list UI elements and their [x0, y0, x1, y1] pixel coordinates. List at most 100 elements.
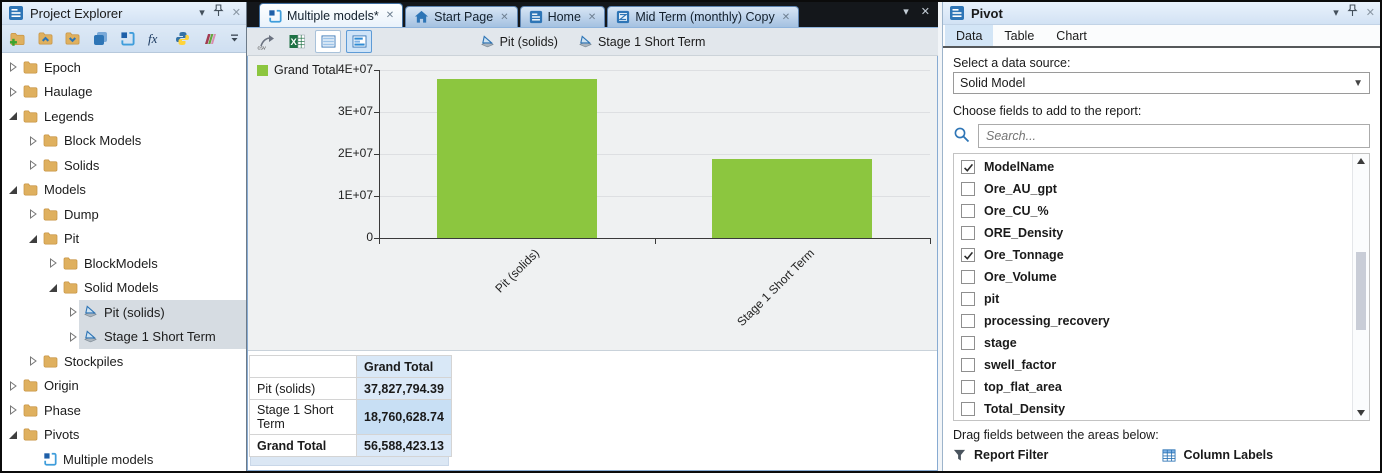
scroll-down-icon[interactable] [1353, 410, 1369, 416]
twisty-expanded-icon[interactable] [6, 185, 19, 195]
field-ore-tonnage[interactable]: Ore_Tonnage [954, 244, 1352, 266]
area-column-labels[interactable]: Column Labels [1162, 448, 1371, 462]
tree-item-multiple-models[interactable]: Multiple models [2, 447, 246, 471]
field-ore-au-gpt[interactable]: Ore_AU_gpt [954, 178, 1352, 200]
checkbox-icon[interactable] [961, 314, 975, 328]
excel-icon[interactable]: X [284, 30, 310, 53]
twisty-collapsed-icon[interactable] [26, 160, 39, 171]
new-folder-icon[interactable] [6, 28, 30, 50]
field-processing-recovery[interactable]: processing_recovery [954, 310, 1352, 332]
tree-item-models[interactable]: Models [2, 178, 246, 203]
checkbox-icon[interactable] [961, 336, 975, 350]
tree-item-origin[interactable]: Origin [2, 374, 246, 399]
chevron-down-icon[interactable]: ▾ [1333, 7, 1339, 19]
twisty-collapsed-icon[interactable] [66, 331, 79, 342]
tab-close-icon[interactable]: ✕ [588, 12, 596, 23]
pin-icon[interactable] [1347, 4, 1358, 22]
tree-item-stockpiles[interactable]: Stockpiles [2, 349, 246, 374]
tab-home[interactable]: Home ✕ [519, 6, 606, 27]
model-chip-stage-1-short-term[interactable]: Stage 1 Short Term [578, 35, 705, 49]
field-top-flat-area[interactable]: top_flat_area [954, 376, 1352, 398]
checkbox-icon[interactable] [961, 402, 975, 416]
tree-item-pit[interactable]: Pit [2, 227, 246, 252]
close-icon[interactable]: ✕ [1366, 7, 1375, 19]
row-value-cell[interactable]: 18,760,628.74 [356, 399, 452, 435]
twisty-expanded-icon[interactable] [46, 283, 59, 293]
row-value-cell[interactable]: 56,588,423.13 [356, 434, 452, 457]
copy-layers-icon[interactable] [89, 28, 113, 50]
pivot-tab-table[interactable]: Table [993, 25, 1045, 46]
color-legend-icon[interactable] [199, 28, 223, 50]
tree-item-solid-models[interactable]: Solid Models [2, 276, 246, 301]
twisty-collapsed-icon[interactable] [26, 135, 39, 146]
area-report-filter[interactable]: Report Filter [953, 448, 1162, 462]
twisty-expanded-icon[interactable] [26, 234, 39, 244]
tab-close-icon[interactable]: ✕ [386, 10, 394, 21]
tree-item-stage-1-short-term[interactable]: Stage 1 Short Term [2, 324, 246, 349]
tree-item-haulage[interactable]: Haulage [2, 80, 246, 105]
tree-item-solids[interactable]: Solids [2, 153, 246, 178]
twisty-collapsed-icon[interactable] [26, 209, 39, 220]
row-label-cell[interactable]: Pit (solids) [249, 377, 357, 400]
checkbox-icon[interactable] [961, 204, 975, 218]
field-list-scrollbar[interactable] [1352, 154, 1369, 420]
checkbox-icon[interactable] [961, 226, 975, 240]
search-input[interactable] [978, 124, 1370, 148]
tab-close-icon[interactable]: ✕ [782, 12, 790, 23]
twisty-collapsed-icon[interactable] [6, 62, 19, 73]
twisty-expanded-icon[interactable] [6, 430, 19, 440]
checkbox-checked-icon[interactable] [961, 160, 975, 174]
csv-export-icon[interactable]: csv [253, 30, 279, 53]
tab-close-icon[interactable]: ✕ [500, 12, 508, 23]
checkbox-checked-icon[interactable] [961, 248, 975, 262]
tree-item-epoch[interactable]: Epoch [2, 55, 246, 80]
table-view-icon[interactable] [315, 30, 341, 53]
twisty-collapsed-icon[interactable] [6, 405, 19, 416]
field-ore-density[interactable]: ORE_Density [954, 222, 1352, 244]
tree-item-pivots[interactable]: Pivots [2, 423, 246, 448]
field-swell-factor[interactable]: swell_factor [954, 354, 1352, 376]
pivot-tab-chart[interactable]: Chart [1045, 25, 1098, 46]
scrollbar-thumb[interactable] [1356, 252, 1366, 330]
tree-item-block-models[interactable]: Block Models [2, 129, 246, 154]
toolbar-overflow-icon[interactable] [226, 28, 242, 50]
bar-pit-solids[interactable] [437, 79, 597, 238]
field-stage[interactable]: stage [954, 332, 1352, 354]
twisty-collapsed-icon[interactable] [66, 307, 79, 318]
tab-mid-term-monthly-copy[interactable]: Mid Term (monthly) Copy ✕ [607, 6, 800, 27]
tab-list-chevron-icon[interactable]: ▾ [903, 7, 909, 18]
folder-expand-icon[interactable] [61, 28, 85, 50]
twisty-expanded-icon[interactable] [6, 111, 19, 121]
field-pit[interactable]: pit [954, 288, 1352, 310]
checkbox-icon[interactable] [961, 270, 975, 284]
pivot-grid-icon[interactable] [116, 28, 140, 50]
pivot-tab-data[interactable]: Data [945, 25, 994, 46]
twisty-collapsed-icon[interactable] [26, 356, 39, 367]
bar-chart-icon[interactable] [346, 30, 372, 53]
field-total-density[interactable]: Total_Density [954, 398, 1352, 420]
tab-start-page[interactable]: Start Page ✕ [405, 6, 518, 27]
tree-item-phase[interactable]: Phase [2, 398, 246, 423]
field-ore-cu[interactable]: Ore_CU_% [954, 200, 1352, 222]
scroll-up-icon[interactable] [1353, 158, 1369, 164]
bar-stage-1-short-term[interactable] [712, 159, 872, 238]
chevron-down-icon[interactable]: ▾ [199, 7, 205, 19]
field-ore-volume[interactable]: Ore_Volume [954, 266, 1352, 288]
data-source-select[interactable]: Solid Model ▼ [953, 72, 1370, 94]
twisty-collapsed-icon[interactable] [6, 380, 19, 391]
checkbox-icon[interactable] [961, 292, 975, 306]
tab-multiple-models[interactable]: Multiple models* ✕ [259, 3, 404, 27]
tree-item-legends[interactable]: Legends [2, 104, 246, 129]
close-icon[interactable]: ✕ [232, 7, 241, 19]
tab-close-icon[interactable]: ✕ [921, 7, 930, 18]
python-icon[interactable] [171, 28, 195, 50]
tree-item-pit-solids[interactable]: Pit (solids) [2, 300, 246, 325]
twisty-collapsed-icon[interactable] [6, 86, 19, 97]
folder-collapse-icon[interactable] [34, 28, 58, 50]
row-label-cell[interactable]: Grand Total [249, 434, 357, 457]
checkbox-icon[interactable] [961, 358, 975, 372]
twisty-collapsed-icon[interactable] [46, 258, 59, 269]
field-modelname[interactable]: ModelName [954, 156, 1352, 178]
row-label-cell[interactable]: Stage 1 Short Term [249, 399, 357, 435]
pin-icon[interactable] [213, 4, 224, 22]
